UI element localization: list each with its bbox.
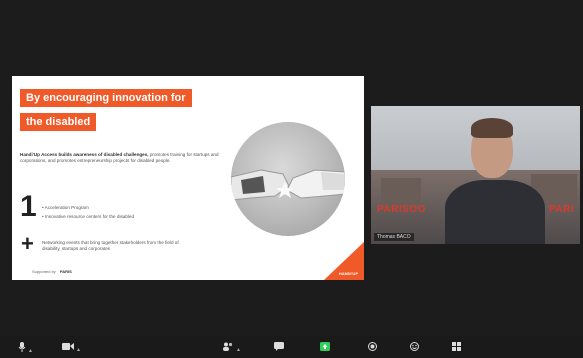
- slide-intro: Handi'Up Access builds awareness of disa…: [20, 152, 232, 164]
- meeting-toolbar: ▲ ▲ ▲: [0, 336, 583, 358]
- share-screen-icon[interactable]: [320, 342, 330, 354]
- record-icon[interactable]: [368, 342, 377, 354]
- mic-icon[interactable]: ▲: [18, 342, 33, 356]
- slide-bullet: • Innovative resource centers for the di…: [42, 214, 135, 219]
- supported-by: Supported by PARIS: [32, 269, 72, 274]
- handshake-photo: [231, 122, 345, 236]
- slide-intro-bold: Handi'Up Access builds awareness of disa…: [20, 152, 149, 157]
- slide-big-number: 1: [20, 190, 37, 223]
- chat-icon[interactable]: [274, 342, 284, 354]
- robot-handshake-image: [231, 169, 345, 201]
- slide-title-line2: the disabled: [20, 113, 97, 131]
- reactions-icon[interactable]: [410, 342, 419, 354]
- meeting-window: By encouraging innovation for the disabl…: [0, 0, 583, 358]
- participant-body: [445, 180, 545, 244]
- slide-bullets: • Acceleration Program • Innovative reso…: [42, 203, 134, 221]
- slide-plus-text: Networking events that bring together st…: [42, 240, 179, 251]
- video-neon-sign-right: PARI: [549, 204, 575, 215]
- supported-by-label: Supported by: [32, 269, 56, 274]
- video-icon[interactable]: ▲: [62, 342, 81, 355]
- slide-big-plus: +: [21, 231, 34, 256]
- shared-slide: By encouraging innovation for the disabl…: [12, 76, 364, 280]
- slide-corner-logo: HANDI'UP: [338, 271, 358, 276]
- supporter-logo: PARIS: [59, 269, 72, 274]
- participant-name-label: Thomas BACO: [374, 233, 414, 241]
- participant-video-tile[interactable]: PARISOO PARI Thomas BACO: [371, 106, 580, 244]
- apps-icon[interactable]: [452, 342, 461, 354]
- participant-hair: [471, 118, 513, 138]
- slide-title-line1: By encouraging innovation for: [20, 89, 192, 107]
- video-neon-sign-left: PARISOO: [377, 204, 426, 215]
- slide-bullet: • Acceleration Program: [42, 205, 89, 210]
- participants-icon[interactable]: ▲: [222, 342, 241, 355]
